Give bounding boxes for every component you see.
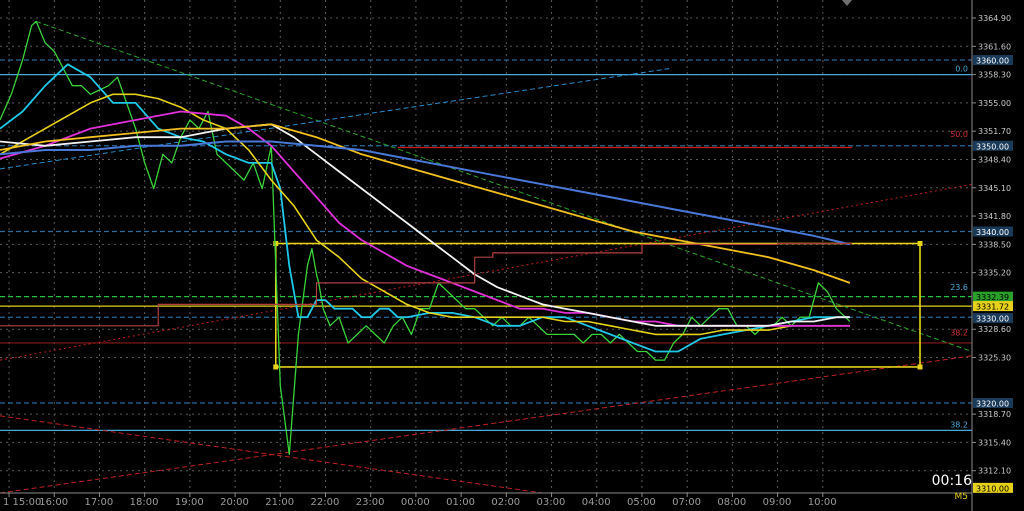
y-tick-label: 3364.90: [978, 14, 1011, 23]
x-tick-label: 18:00: [130, 497, 159, 508]
y-tick-label: 3355.00: [978, 99, 1011, 108]
x-tick-label: 05:00: [627, 497, 656, 508]
price-box-label: 3320.00: [976, 399, 1009, 408]
rectangle-handle: [273, 240, 279, 246]
y-tick-label: 3341.80: [978, 212, 1011, 221]
y-tick-label: 3318.70: [978, 410, 1011, 419]
x-tick-label: 07:00: [672, 497, 701, 508]
fib-label: 38.2: [950, 329, 968, 338]
x-tick-label: 03:00: [537, 497, 566, 508]
x-tick-label: 09:00: [763, 497, 792, 508]
y-tick-label: 3361.60: [978, 42, 1011, 51]
fib-label: 23.6: [950, 283, 968, 292]
y-tick-label: 3338.50: [978, 240, 1011, 249]
price-box-label: 3331.72: [976, 303, 1009, 312]
y-tick-label: 3328.60: [978, 325, 1011, 334]
rectangle-handle: [917, 364, 923, 370]
price-box-label: 3360.00: [976, 57, 1009, 66]
y-tick-label: 3335.20: [978, 269, 1011, 278]
x-tick-label: 08:00: [717, 497, 746, 508]
x-tick-label: 16:00: [39, 497, 68, 508]
x-tick-label: 19:00: [175, 497, 204, 508]
timeframe-label: M5: [954, 492, 969, 502]
rectangle-handle: [273, 364, 279, 370]
x-tick-label: 01:00: [446, 497, 475, 508]
fib-label: 0.0: [955, 65, 968, 74]
x-tick-label: 10:00: [808, 497, 837, 508]
x-tick-label: 04:00: [582, 497, 611, 508]
price-chart[interactable]: 0.0 50.0 23.6 38.2 38.2 3364.90 3361.60 3358.3…: [0, 0, 1024, 511]
price-box-label: 3350.00: [976, 142, 1009, 151]
y-tick-label: 3315.40: [978, 438, 1011, 447]
x-tick-label: 23:00: [356, 497, 385, 508]
x-tick-label: 17:00: [84, 497, 113, 508]
price-box-label: 3332.39: [976, 293, 1009, 302]
price-box-label: 3330.00: [976, 315, 1009, 324]
rectangle-handle: [917, 240, 923, 246]
x-tick-label: 02:00: [491, 497, 520, 508]
y-tick-label: 3325.30: [978, 354, 1011, 363]
y-tick-label: 3358.30: [978, 71, 1011, 80]
bar-countdown: 00:16: [931, 473, 972, 489]
y-tick-label: 3312.10: [978, 467, 1011, 476]
price-box-label: 3340.00: [976, 228, 1009, 237]
x-tick-label: 22:00: [311, 497, 340, 508]
x-tick-label: 1 15:00: [3, 497, 41, 508]
y-tick-label: 3351.70: [978, 127, 1011, 136]
y-tick-label: 3345.10: [978, 184, 1011, 193]
fib-label: 38.2: [950, 420, 968, 429]
price-box-label: 3310.00: [976, 484, 1009, 493]
fib-label: 50.0: [950, 130, 968, 139]
x-tick-label: 21:00: [265, 497, 294, 508]
x-tick-label: 00:00: [401, 497, 430, 508]
x-tick-label: 20:00: [220, 497, 249, 508]
y-tick-label: 3348.40: [978, 155, 1011, 164]
plot-background: [0, 0, 1024, 511]
